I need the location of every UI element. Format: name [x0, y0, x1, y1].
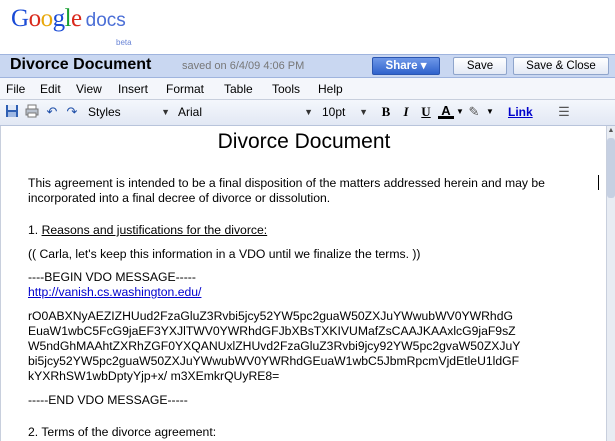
styles-value: Styles	[88, 105, 121, 119]
logo-letter: o	[28, 5, 42, 32]
section-2-heading: 2. Terms of the divorce agreement:	[28, 425, 217, 439]
insert-link-button[interactable]: Link	[508, 104, 533, 121]
logo-docs-text: docs	[85, 10, 126, 31]
vdo-end-line: -----END VDO MESSAGE-----	[28, 393, 188, 407]
save-status: saved on 6/4/09 4:06 PM	[182, 60, 305, 72]
document-title-bar: Divorce Document saved on 6/4/09 4:06 PM…	[0, 54, 615, 78]
vertical-scrollbar[interactable]: ▲	[606, 126, 615, 441]
section-1-heading: 1. Reasons and justifications for the di…	[28, 223, 267, 238]
share-button[interactable]: Share ▾	[372, 57, 440, 75]
menu-edit[interactable]: Edit	[40, 82, 61, 96]
redo-icon[interactable]: ↷	[64, 104, 80, 120]
save-icon[interactable]	[4, 104, 20, 120]
scroll-up-icon[interactable]: ▲	[607, 126, 615, 136]
chevron-down-icon[interactable]: ▼	[482, 104, 498, 120]
highlight-icon[interactable]: ✎	[466, 104, 482, 120]
save-close-button[interactable]: Save & Close	[513, 57, 609, 75]
underline-button[interactable]: U	[418, 104, 434, 120]
font-dropdown[interactable]: Arial ▼	[178, 104, 313, 121]
menu-insert[interactable]: Insert	[118, 82, 148, 96]
text-cursor	[598, 175, 599, 190]
document-title[interactable]: Divorce Document	[10, 56, 151, 74]
font-value: Arial	[178, 105, 203, 119]
chevron-down-icon: ▼	[161, 107, 170, 117]
menu-bar: File Edit View Insert Format Table Tools…	[0, 78, 615, 100]
undo-icon[interactable]: ↶	[44, 104, 60, 120]
menu-file[interactable]: File	[6, 82, 25, 96]
intro-line-2: incorporated into a final decree of divo…	[28, 191, 331, 205]
google-docs-logo[interactable]: Google docs	[11, 5, 126, 33]
section-1-title: Reasons and justifications for the divor…	[41, 223, 268, 237]
intro-line-1: This agreement is intended to be a final…	[28, 176, 545, 190]
font-size-value: 10pt	[322, 105, 346, 119]
vdo-body-line: EuaW1wbC5FcG9jaEF3YXJlTWV0YWRhdGFJbXBsTX…	[28, 324, 516, 338]
vdo-body-line: W5ndGhMAAhtZXRhZGF0YXQANUxlZHUvd2FzaGluZ…	[28, 339, 521, 353]
save-button[interactable]: Save	[453, 57, 507, 75]
app-header: Google docs beta	[0, 0, 615, 54]
menu-tools[interactable]: Tools	[272, 82, 300, 96]
menu-help[interactable]: Help	[318, 82, 343, 96]
section-1-number: 1.	[28, 223, 39, 237]
logo-letter: G	[11, 5, 29, 32]
document-heading: Divorce Document	[217, 130, 391, 153]
document-editor[interactable]: Divorce Document This agreement is inten…	[0, 126, 606, 441]
menu-view[interactable]: View	[76, 82, 102, 96]
vdo-body-line: bi5jcy52YW5pc2guaW50ZXJuYWwubWV0YWRhdGEu…	[28, 354, 520, 368]
logo-letter: o	[40, 5, 54, 32]
numbered-list-icon[interactable]: ☰	[556, 104, 572, 120]
scrollbar-thumb[interactable]	[607, 138, 615, 198]
beta-label: beta	[116, 38, 132, 47]
italic-button[interactable]: I	[398, 104, 414, 120]
font-size-dropdown[interactable]: 10pt ▼	[322, 104, 368, 121]
formatting-toolbar: ↶ ↷ Styles ▼ Arial ▼ 10pt ▼ B I U A ▼ ✎ …	[0, 100, 615, 126]
chevron-down-icon: ▼	[359, 107, 368, 117]
menu-format[interactable]: Format	[166, 82, 204, 96]
logo-letter: e	[71, 5, 82, 32]
menu-table[interactable]: Table	[224, 82, 253, 96]
vdo-body-line: rO0ABXNyAEZIZHUud2FzaGluZ3Rvbi5jcy52YW5p…	[28, 309, 513, 323]
logo-letter: g	[52, 5, 66, 32]
print-icon[interactable]	[24, 104, 40, 120]
bold-button[interactable]: B	[378, 104, 394, 120]
chevron-down-icon: ▼	[304, 107, 313, 117]
note-line: (( Carla, let's keep this information in…	[28, 247, 421, 261]
vanish-link[interactable]: http://vanish.cs.washington.edu/	[28, 285, 201, 300]
vdo-begin-line: ----BEGIN VDO MESSAGE-----	[28, 270, 196, 284]
styles-dropdown[interactable]: Styles ▼	[88, 104, 170, 121]
vdo-body-line: kYXRhSW1wbDptyYjp+x/ m3XEmkrQUyRE8=	[28, 369, 280, 383]
